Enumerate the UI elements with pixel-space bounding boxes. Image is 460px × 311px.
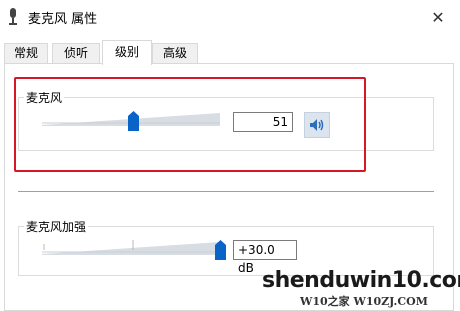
window-title: 麦克风 属性	[28, 12, 98, 27]
watermark-subtext: W10之家 W10ZJ.COM	[300, 295, 428, 308]
boost-level-field[interactable]: +30.0 dB	[233, 240, 297, 275]
tab-listen[interactable]: 侦听	[52, 43, 100, 63]
watermark-text: shenduwin10.com	[262, 268, 460, 293]
close-icon: ✕	[431, 7, 445, 27]
separator-line	[18, 191, 434, 192]
boost-label: 麦克风加强	[24, 218, 89, 235]
microphone-icon	[9, 8, 17, 25]
boost-slider-thumb[interactable]	[215, 240, 226, 260]
boost-slider[interactable]	[42, 238, 222, 258]
tab-advanced[interactable]: 高级	[152, 43, 198, 63]
close-button[interactable]: ✕	[416, 0, 460, 34]
title-bar: 麦克风 属性 ✕	[0, 0, 460, 34]
tab-levels[interactable]: 级别	[102, 40, 152, 65]
tab-general[interactable]: 常规	[4, 43, 48, 63]
highlight-box	[14, 77, 366, 172]
